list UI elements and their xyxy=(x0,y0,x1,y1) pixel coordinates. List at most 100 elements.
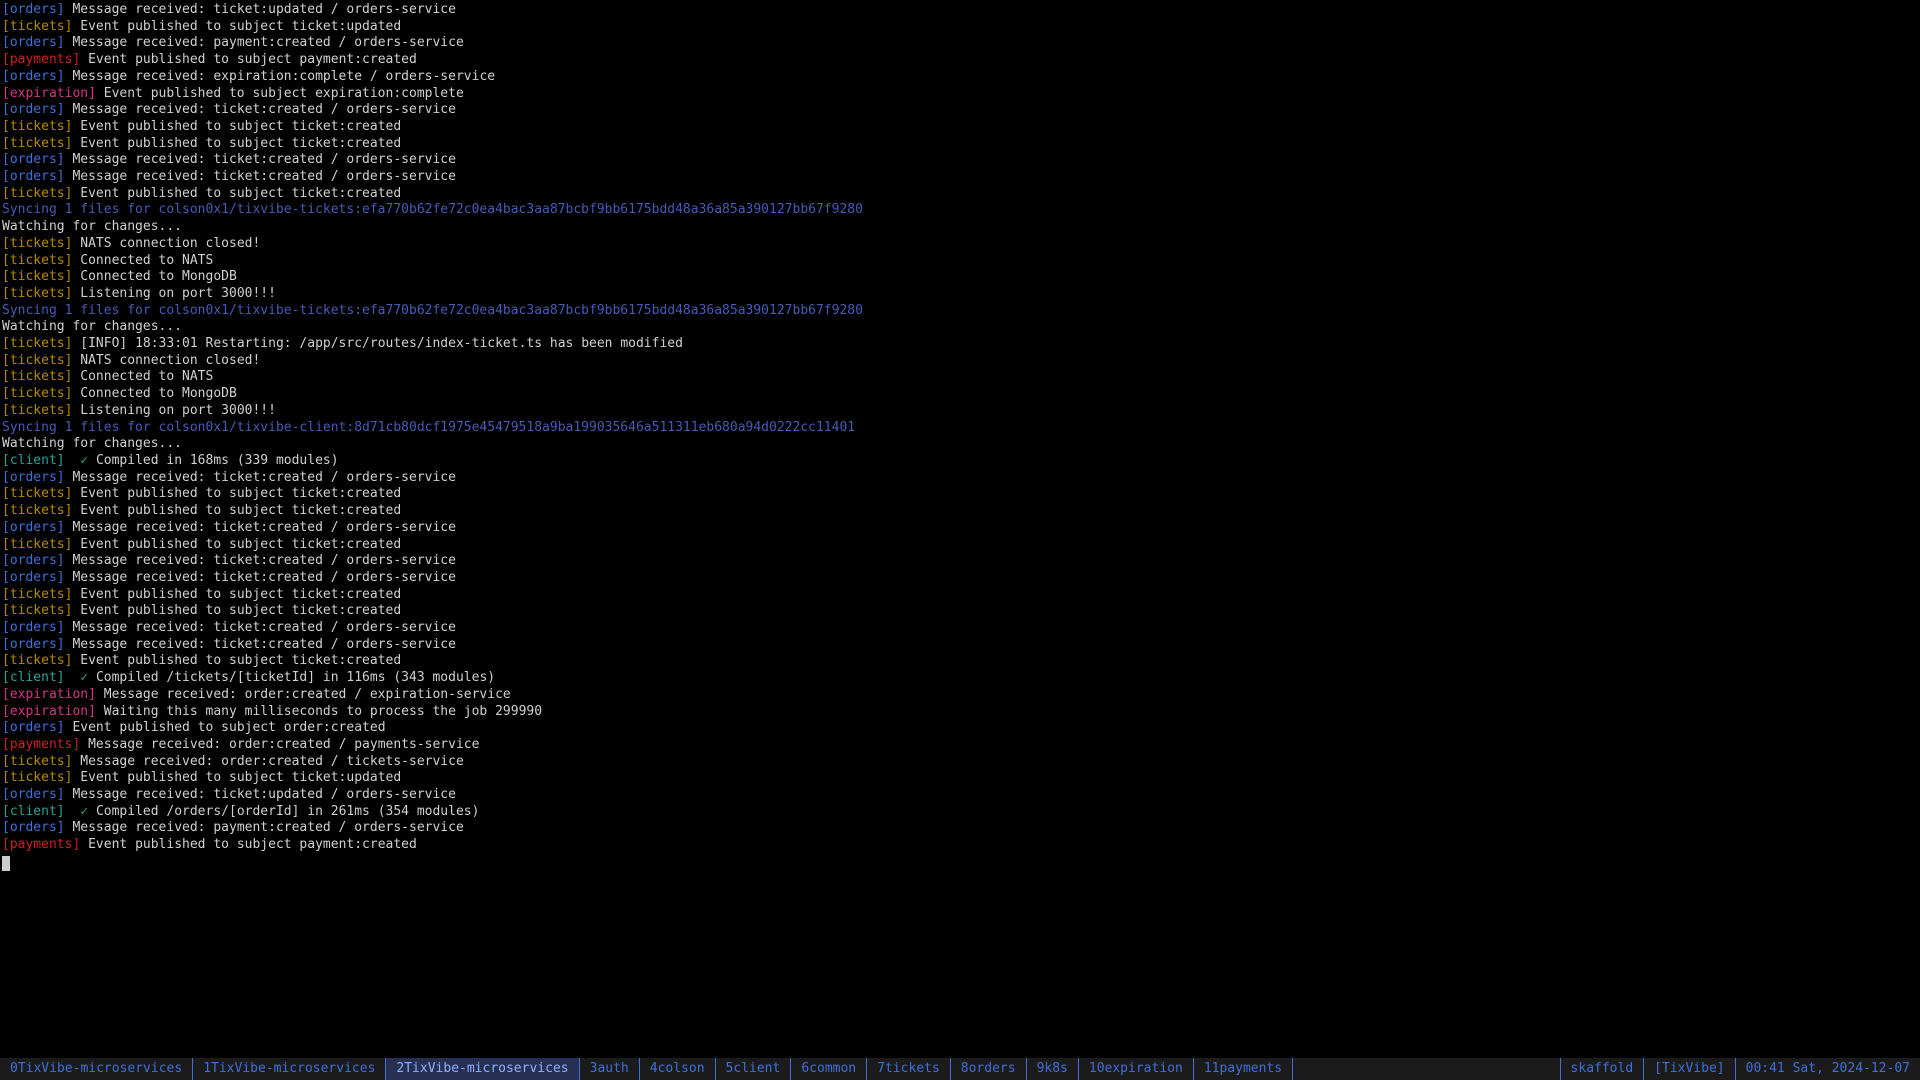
orders-tag: [orders] xyxy=(2,787,65,802)
tickets-tag: [tickets] xyxy=(2,386,72,401)
log-message: Event published to subject ticket:create… xyxy=(80,119,401,134)
log-line: Syncing 1 files for colson0x1/tixvibe-cl… xyxy=(2,420,1918,437)
sync-text: Syncing 1 files for colson0x1/tixvibe-ti… xyxy=(2,303,863,318)
log-message: [INFO] 18:33:01 Restarting: /app/src/rou… xyxy=(80,336,683,351)
log-message: Compiled in 168ms (339 modules) xyxy=(96,453,339,468)
log-message: Message received: expiration:complete / … xyxy=(72,69,495,84)
log-message: NATS connection closed! xyxy=(80,353,260,368)
tmux-window-k8s[interactable]: 9 k8s xyxy=(1027,1058,1079,1080)
status-session: [TixVibe] xyxy=(1643,1058,1734,1080)
log-message: Listening on port 3000!!! xyxy=(80,286,276,301)
log-line: [client] ✓ Compiled in 168ms (339 module… xyxy=(2,453,1918,470)
sync-text: Syncing 1 files for colson0x1/tixvibe-cl… xyxy=(2,420,855,435)
log-message: Message received: order:created / expira… xyxy=(104,687,511,702)
log-message: Message received: ticket:created / order… xyxy=(72,620,456,635)
log-message: Event published to subject ticket:create… xyxy=(80,587,401,602)
log-line: [tickets] Event published to subject tic… xyxy=(2,770,1918,787)
tickets-tag: [tickets] xyxy=(2,186,72,201)
log-message: Event published to subject ticket:update… xyxy=(80,19,401,34)
log-message: Connected to MongoDB xyxy=(80,269,237,284)
log-line: Watching for changes... xyxy=(2,219,1918,236)
tmux-statusbar: 0 TixVibe-microservices1 TixVibe-microse… xyxy=(0,1058,1920,1080)
check-icon: ✓ xyxy=(72,453,95,468)
log-message: Message received: order:created / paymen… xyxy=(88,737,479,752)
tmux-window-index: 5 xyxy=(726,1061,734,1078)
tmux-window-colson[interactable]: 4 colson xyxy=(640,1058,716,1080)
tmux-window-label: TixVibe-microservices xyxy=(404,1061,568,1078)
log-line: [orders] Event published to subject orde… xyxy=(2,720,1918,737)
tickets-tag: [tickets] xyxy=(2,369,72,384)
tmux-window-label: payments xyxy=(1219,1061,1282,1078)
log-line: Watching for changes... xyxy=(2,436,1918,453)
log-line: Syncing 1 files for colson0x1/tixvibe-ti… xyxy=(2,303,1918,320)
log-line: [tickets] Event published to subject tic… xyxy=(2,119,1918,136)
tmux-window-index: 3 xyxy=(590,1061,598,1078)
log-line: [tickets] Connected to NATS xyxy=(2,253,1918,270)
tickets-tag: [tickets] xyxy=(2,770,72,785)
tickets-tag: [tickets] xyxy=(2,603,72,618)
watch-text: Watching for changes... xyxy=(2,219,182,234)
orders-tag: [orders] xyxy=(2,820,65,835)
tmux-window-auth[interactable]: 3 auth xyxy=(580,1058,640,1080)
log-line: [tickets] Event published to subject tic… xyxy=(2,486,1918,503)
tmux-window-index: 7 xyxy=(877,1061,885,1078)
log-line: [expiration] Event published to subject … xyxy=(2,86,1918,103)
tickets-tag: [tickets] xyxy=(2,269,72,284)
expiration-tag: [expiration] xyxy=(2,687,96,702)
tickets-tag: [tickets] xyxy=(2,754,72,769)
log-message: Message received: order:created / ticket… xyxy=(80,754,464,769)
watch-text: Watching for changes... xyxy=(2,436,182,451)
tmux-window-tixvibe-microservices[interactable]: 0 TixVibe-microservices xyxy=(0,1058,193,1080)
log-message: Event published to subject expiration:co… xyxy=(104,86,464,101)
tmux-window-tixvibe-microservices[interactable]: 1 TixVibe-microservices xyxy=(193,1058,386,1080)
log-line: [tickets] Connected to MongoDB xyxy=(2,269,1918,286)
log-line: [tickets] Listening on port 3000!!! xyxy=(2,403,1918,420)
log-line: [orders] Message received: ticket:create… xyxy=(2,620,1918,637)
sync-text: Syncing 1 files for colson0x1/tixvibe-ti… xyxy=(2,202,863,217)
tmux-window-tixvibe-microservices[interactable]: 2 TixVibe-microservices xyxy=(386,1058,579,1080)
tickets-tag: [tickets] xyxy=(2,286,72,301)
tmux-window-tickets[interactable]: 7 tickets xyxy=(867,1058,951,1080)
log-message: Event published to subject ticket:create… xyxy=(80,603,401,618)
tickets-tag: [tickets] xyxy=(2,486,72,501)
tmux-window-label: k8s xyxy=(1044,1061,1067,1078)
tickets-tag: [tickets] xyxy=(2,653,72,668)
log-message: Message received: ticket:updated / order… xyxy=(72,787,456,802)
tickets-tag: [tickets] xyxy=(2,503,72,518)
tmux-window-client[interactable]: 5 client xyxy=(716,1058,792,1080)
expiration-tag: [expiration] xyxy=(2,704,96,719)
cursor-icon xyxy=(2,856,10,871)
log-line: [orders] Message received: ticket:create… xyxy=(2,637,1918,654)
tmux-window-index: 0 xyxy=(10,1061,18,1078)
tmux-window-label: colson xyxy=(658,1061,705,1078)
log-message: Connected to MongoDB xyxy=(80,386,237,401)
log-message: Message received: ticket:created / order… xyxy=(72,169,456,184)
orders-tag: [orders] xyxy=(2,637,65,652)
log-line: Watching for changes... xyxy=(2,319,1918,336)
payments-tag: [payments] xyxy=(2,737,80,752)
orders-tag: [orders] xyxy=(2,570,65,585)
log-line: [orders] Message received: ticket:create… xyxy=(2,520,1918,537)
tickets-tag: [tickets] xyxy=(2,403,72,418)
tmux-tabs: 0 TixVibe-microservices1 TixVibe-microse… xyxy=(0,1058,1293,1080)
tickets-tag: [tickets] xyxy=(2,353,72,368)
log-line: [orders] Message received: ticket:update… xyxy=(2,2,1918,19)
tmux-window-orders[interactable]: 8 orders xyxy=(951,1058,1027,1080)
check-icon: ✓ xyxy=(72,670,95,685)
orders-tag: [orders] xyxy=(2,169,65,184)
tmux-window-expiration[interactable]: 10 expiration xyxy=(1079,1058,1194,1080)
terminal-output[interactable]: [orders] Message received: ticket:update… xyxy=(0,0,1920,1058)
log-line: [tickets] Event published to subject tic… xyxy=(2,603,1918,620)
orders-tag: [orders] xyxy=(2,102,65,117)
log-message: Message received: ticket:created / order… xyxy=(72,152,456,167)
tmux-window-common[interactable]: 6 common xyxy=(791,1058,867,1080)
tmux-window-payments[interactable]: 11 payments xyxy=(1194,1058,1293,1080)
log-message: NATS connection closed! xyxy=(80,236,260,251)
log-message: Connected to NATS xyxy=(80,369,213,384)
log-line: [tickets] Event published to subject tic… xyxy=(2,186,1918,203)
tickets-tag: [tickets] xyxy=(2,136,72,151)
status-process: skaffold xyxy=(1560,1058,1644,1080)
orders-tag: [orders] xyxy=(2,152,65,167)
log-line: [tickets] Message received: order:create… xyxy=(2,754,1918,771)
log-line: [orders] Message received: ticket:create… xyxy=(2,169,1918,186)
